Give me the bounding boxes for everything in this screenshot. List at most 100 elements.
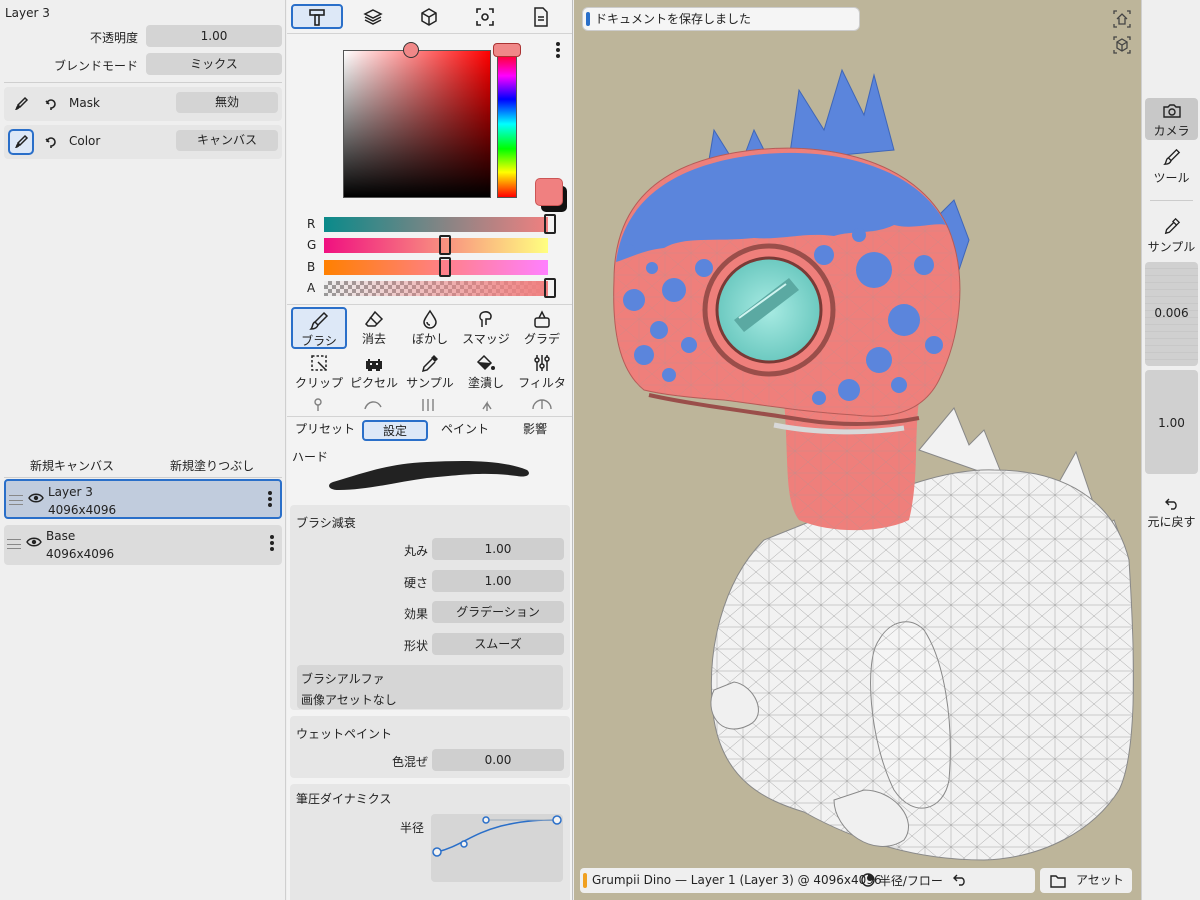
opacity-field[interactable]: 1.00 (146, 25, 282, 47)
smudge-icon (479, 311, 492, 327)
pressure-curve-editor[interactable] (431, 814, 563, 882)
drag-handle-icon[interactable] (9, 495, 23, 505)
channel-track[interactable] (324, 238, 548, 253)
layer-row-layer3[interactable]: Layer 3 4096x4096 (4, 479, 282, 519)
blend-mode-select[interactable]: ミックス (146, 53, 282, 75)
brush-alpha-title: ブラシアルファ (301, 672, 385, 686)
tool-fill[interactable]: 塗潰し (458, 351, 514, 393)
panel-tabs (287, 0, 572, 34)
layer-name: Base (46, 529, 76, 543)
drag-handle-icon[interactable] (7, 539, 21, 549)
color-menu-icon[interactable] (556, 42, 560, 60)
tool-smudge[interactable]: スマッジ (458, 307, 514, 349)
subtab-settings[interactable]: 設定 (362, 420, 428, 441)
saturation-value-picker[interactable] (343, 50, 491, 198)
tool-label: ピクセル (349, 376, 398, 390)
brush-radius-slider[interactable]: 0.006 (1145, 262, 1198, 366)
alpha-channel-slider[interactable]: A (307, 278, 572, 298)
tab-layers-icon[interactable] (347, 4, 399, 29)
channel-knob[interactable] (544, 214, 556, 234)
red-channel-slider[interactable]: R (307, 214, 572, 234)
color-mix-label: 色混ぜ (391, 755, 428, 769)
new-fill-button[interactable]: 新規塗りつぶし (170, 457, 254, 474)
tool-row-overflow[interactable] (287, 397, 572, 411)
hue-slider[interactable] (497, 50, 517, 198)
undo-button[interactable]: 元に戻す (1145, 496, 1198, 536)
color-channel-value[interactable]: キャンバス (176, 130, 278, 151)
subtab-influence[interactable]: 影響 (503, 420, 567, 441)
blue-channel-slider[interactable]: B (307, 257, 572, 277)
divider (1150, 200, 1193, 201)
radius-flow-toggle[interactable]: 半径/フロー (861, 869, 943, 894)
brush-icon[interactable] (8, 129, 34, 155)
sv-picker-knob[interactable] (403, 42, 419, 58)
channel-knob[interactable] (439, 257, 451, 277)
shape-select[interactable]: スムーズ (432, 633, 564, 655)
link-swirl-icon[interactable] (38, 91, 64, 117)
opacity-row: 不透明度 1.00 (0, 25, 286, 47)
mask-channel-name: Mask (69, 96, 100, 110)
brush-icon[interactable] (8, 91, 34, 117)
visibility-eye-icon[interactable] (26, 536, 42, 548)
color-mix-row: 色混ぜ 0.00 (290, 749, 570, 771)
orient-cube-icon[interactable] (1111, 34, 1133, 56)
assets-button[interactable]: アセット (1040, 868, 1132, 893)
tool-filter[interactable]: フィルタ (514, 351, 570, 393)
tab-document-icon[interactable] (515, 4, 567, 29)
roundness-field[interactable]: 1.00 (432, 538, 564, 560)
sample-button[interactable]: サンプル (1145, 215, 1198, 257)
tab-mesh-cube-icon[interactable] (403, 4, 455, 29)
dino-model-render[interactable] (574, 0, 1141, 900)
visibility-eye-icon[interactable] (28, 492, 44, 504)
green-channel-slider[interactable]: G (307, 235, 572, 255)
undo-label: 元に戻す (1147, 515, 1196, 529)
tool-sample[interactable]: サンプル (402, 351, 458, 393)
brush-icon (309, 311, 329, 330)
channel-track[interactable] (324, 281, 548, 296)
tool-gradient[interactable]: グラデ (514, 307, 570, 349)
undo-icon (1164, 498, 1177, 510)
subtab-preset[interactable]: プリセット (291, 420, 359, 441)
brush-alpha-box[interactable]: ブラシアルファ 画像アセットなし (297, 665, 563, 709)
brush-icon (1162, 148, 1180, 165)
tool-label: ブラシ (301, 334, 337, 348)
camera-button[interactable]: カメラ (1145, 98, 1198, 140)
shape-row: 形状 スムーズ (290, 633, 570, 655)
tab-focus-frame-icon[interactable] (459, 4, 511, 29)
tool-button[interactable]: ツール (1145, 146, 1198, 188)
channel-knob[interactable] (544, 278, 556, 298)
effect-select[interactable]: グラデーション (432, 601, 564, 623)
subtab-paint[interactable]: ペイント (433, 420, 497, 441)
home-view-icon[interactable] (1111, 8, 1133, 30)
color-channel-row[interactable]: Color キャンバス (4, 125, 282, 159)
more-options-icon[interactable] (268, 491, 272, 509)
radius-curve-label: 半径 (399, 821, 424, 835)
color-mix-field[interactable]: 0.00 (432, 749, 564, 771)
tab-paint-icon[interactable] (291, 4, 343, 29)
layer-properties-panel: Layer 3 不透明度 1.00 ブレンドモード ミックス Mask 無効 C… (0, 0, 286, 900)
tool-brush[interactable]: ブラシ (291, 307, 347, 349)
layer-size: 4096x4096 (46, 547, 115, 561)
channel-track[interactable] (324, 217, 548, 232)
hardness-field[interactable]: 1.00 (432, 570, 564, 592)
primary-color-swatch[interactable] (535, 178, 563, 206)
mask-channel-row[interactable]: Mask 無効 (4, 87, 282, 121)
tool-eraser[interactable]: 消去 (346, 307, 402, 349)
mask-channel-value[interactable]: 無効 (176, 92, 278, 113)
new-canvas-button[interactable]: 新規キャンバス (30, 457, 114, 474)
tool-clip[interactable]: クリップ (291, 351, 347, 393)
channel-knob[interactable] (439, 235, 451, 255)
tool-blur[interactable]: ぼかし (402, 307, 458, 349)
tool-label: サンプル (406, 376, 454, 390)
undo-small-icon[interactable] (953, 868, 967, 893)
3d-viewport[interactable]: ドキュメントを保存しました Grumpii Dino — Layer 1 (La… (574, 0, 1141, 900)
pressure-curve (432, 815, 562, 857)
hardness-row: 硬さ 1.00 (290, 570, 570, 592)
link-swirl-icon[interactable] (38, 129, 64, 155)
more-options-icon[interactable] (270, 535, 274, 553)
channel-track[interactable] (324, 260, 548, 275)
hue-slider-knob[interactable] (493, 43, 521, 57)
layer-row-base[interactable]: Base 4096x4096 (4, 525, 282, 565)
brush-flow-slider[interactable]: 1.00 (1145, 370, 1198, 474)
tool-pixel[interactable]: ピクセル (346, 351, 402, 393)
